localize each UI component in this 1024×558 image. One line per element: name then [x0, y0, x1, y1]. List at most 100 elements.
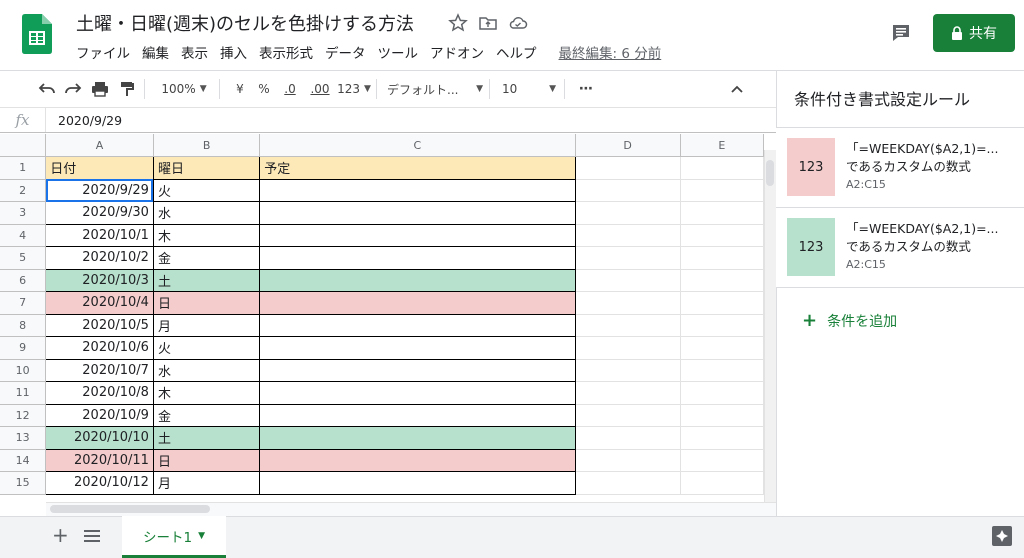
cell-date[interactable]: 2020/10/9 [45, 404, 154, 427]
cell-weekday[interactable]: 水 [153, 201, 261, 225]
star-icon[interactable] [448, 13, 468, 33]
add-sheet-icon[interactable]: + [52, 524, 69, 546]
cell-date[interactable]: 2020/9/29 [45, 179, 154, 202]
cell-empty[interactable] [575, 471, 681, 495]
cell-schedule[interactable] [259, 224, 576, 247]
cell-schedule[interactable] [259, 404, 576, 427]
column-header-a[interactable]: A [45, 134, 154, 157]
cell-empty[interactable] [680, 156, 764, 180]
row-header[interactable]: 15 [0, 471, 47, 495]
row-header[interactable]: 3 [0, 201, 47, 225]
horizontal-scroll-thumb[interactable] [50, 505, 210, 513]
cell-empty[interactable] [680, 449, 764, 472]
cell-empty[interactable] [575, 201, 681, 225]
cell-schedule[interactable]: 予定 [259, 156, 576, 180]
column-header-c[interactable]: C [259, 134, 576, 157]
cell-empty[interactable] [680, 381, 764, 405]
more-tools-icon[interactable]: ⋯ [575, 77, 597, 101]
cell-empty[interactable] [575, 314, 681, 337]
vertical-scroll-thumb[interactable] [766, 160, 774, 186]
menu-addons[interactable]: アドオン [424, 42, 490, 62]
cell-schedule[interactable] [259, 314, 576, 337]
cell-date[interactable]: 2020/10/8 [45, 381, 154, 405]
menu-tools[interactable]: ツール [372, 42, 425, 62]
font-size-select[interactable]: 10 ▼ [500, 77, 558, 101]
cell-empty[interactable] [680, 471, 764, 495]
undo-icon[interactable] [36, 77, 58, 101]
cell-weekday[interactable]: 土 [153, 426, 261, 450]
menu-view[interactable]: 表示 [175, 42, 214, 62]
cell-schedule[interactable] [259, 246, 576, 270]
cell-weekday[interactable]: 日 [153, 449, 261, 472]
last-edit-link[interactable]: 最終編集: 6 分前 [553, 42, 668, 62]
cell-empty[interactable] [575, 291, 681, 315]
currency-button[interactable]: ¥ [230, 77, 250, 101]
cell-weekday[interactable]: 日 [153, 291, 261, 315]
format-rule[interactable]: 123 「=WEEKDAY($A2,1)=... であるカスタムの数式 A2:C… [776, 128, 1024, 208]
select-all-corner[interactable] [0, 134, 47, 157]
row-header[interactable]: 7 [0, 291, 47, 315]
all-sheets-icon[interactable] [84, 529, 100, 543]
cell-empty[interactable] [680, 269, 764, 292]
font-select[interactable]: デフォルト... ▼ [387, 77, 483, 101]
cell-empty[interactable] [575, 404, 681, 427]
cell-empty[interactable] [680, 314, 764, 337]
menu-file[interactable]: ファイル [70, 42, 136, 62]
cell-weekday[interactable]: 金 [153, 404, 261, 427]
row-header[interactable]: 12 [0, 404, 47, 427]
document-title[interactable]: 土曜・日曜(週末)のセルを色掛けする方法 [76, 10, 414, 36]
cell-date[interactable]: 2020/10/11 [45, 449, 154, 472]
menu-insert[interactable]: 挿入 [214, 42, 253, 62]
paint-format-icon[interactable] [116, 77, 138, 101]
cell-date[interactable]: 2020/9/30 [45, 201, 154, 225]
cell-empty[interactable] [575, 336, 681, 360]
cell-empty[interactable] [680, 359, 764, 382]
cell-empty[interactable] [575, 426, 681, 450]
more-formats-select[interactable]: 123 ▼ [337, 77, 371, 101]
cell-empty[interactable] [575, 269, 681, 292]
cell-empty[interactable] [575, 246, 681, 270]
row-header[interactable]: 8 [0, 314, 47, 337]
cell-empty[interactable] [575, 381, 681, 405]
add-rule-button[interactable]: + 条件を追加 [802, 310, 897, 331]
decrease-decimal-button[interactable]: .0 [278, 77, 302, 101]
cell-date[interactable]: 2020/10/6 [45, 336, 154, 360]
cell-schedule[interactable] [259, 449, 576, 472]
cell-schedule[interactable] [259, 201, 576, 225]
sheet-tab[interactable]: シート1 ▼ [122, 516, 226, 558]
cell-empty[interactable] [680, 404, 764, 427]
cell-weekday[interactable]: 曜日 [153, 156, 261, 180]
cell-schedule[interactable] [259, 471, 576, 495]
cell-weekday[interactable]: 水 [153, 359, 261, 382]
cell-empty[interactable] [680, 246, 764, 270]
cell-weekday[interactable]: 月 [153, 471, 261, 495]
cell-schedule[interactable] [259, 381, 576, 405]
row-header[interactable]: 11 [0, 381, 47, 405]
cell-empty[interactable] [575, 224, 681, 247]
cell-empty[interactable] [680, 179, 764, 202]
cell-weekday[interactable]: 金 [153, 246, 261, 270]
cell-empty[interactable] [575, 156, 681, 180]
comment-icon[interactable] [890, 22, 912, 44]
sheets-logo-icon[interactable] [22, 14, 52, 54]
cell-weekday[interactable]: 土 [153, 269, 261, 292]
zoom-select[interactable]: 100% ▼ [155, 77, 213, 101]
print-icon[interactable] [88, 77, 112, 101]
cell-weekday[interactable]: 火 [153, 179, 261, 202]
redo-icon[interactable] [62, 77, 84, 101]
cell-date[interactable]: 2020/10/10 [45, 426, 154, 450]
row-header[interactable]: 5 [0, 246, 47, 270]
column-header-d[interactable]: D [575, 134, 681, 157]
collapse-toolbar-icon[interactable] [727, 77, 747, 101]
cell-empty[interactable] [680, 336, 764, 360]
cell-date[interactable]: 2020/10/5 [45, 314, 154, 337]
row-header[interactable]: 14 [0, 449, 47, 472]
formula-input[interactable]: 2020/9/29 [46, 113, 122, 128]
cell-date[interactable]: 2020/10/4 [45, 291, 154, 315]
cell-empty[interactable] [680, 201, 764, 225]
cell-schedule[interactable] [259, 426, 576, 450]
cell-schedule[interactable] [259, 336, 576, 360]
cell-schedule[interactable] [259, 291, 576, 315]
menu-help[interactable]: ヘルプ [490, 42, 543, 62]
cell-schedule[interactable] [259, 359, 576, 382]
